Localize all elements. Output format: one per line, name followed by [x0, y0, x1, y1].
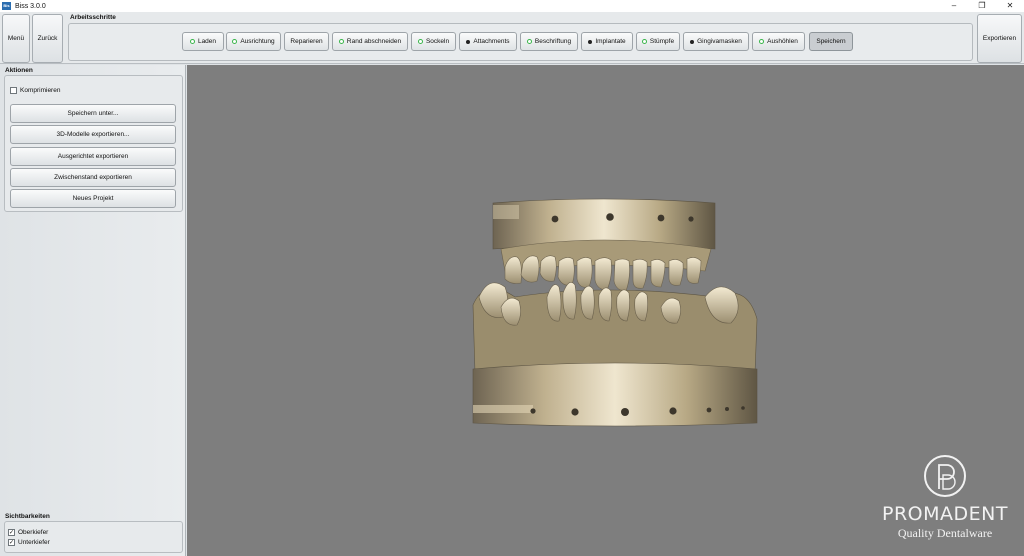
- step-button[interactable]: Beschriftung: [520, 32, 578, 51]
- step-optional-indicator-icon: [690, 39, 695, 44]
- dental-model-render: [472, 198, 758, 427]
- visibility-title: Sichtbarkeiten: [5, 513, 50, 520]
- step-done-indicator-icon: [417, 39, 423, 44]
- step-label: Reparieren: [290, 38, 323, 45]
- step-button[interactable]: Attachments: [459, 32, 517, 51]
- step-done-indicator-icon: [189, 39, 195, 44]
- window-controls: – ❐ ✕: [940, 0, 1024, 12]
- step-label: Ausrichtung: [240, 38, 275, 45]
- step-done-indicator-icon: [759, 39, 765, 44]
- step-done-indicator-icon: [338, 39, 344, 44]
- step-label: Gingivamasken: [697, 38, 742, 45]
- brand-tagline: Quality Dentalware: [897, 526, 993, 540]
- upper-jaw-checkbox[interactable]: ✓: [8, 529, 15, 536]
- minimize-icon[interactable]: –: [940, 0, 968, 12]
- lower-jaw-label: Unterkiefer: [18, 539, 50, 546]
- lower-jaw-checkbox[interactable]: ✓: [8, 539, 15, 546]
- restore-icon[interactable]: ❐: [968, 0, 996, 12]
- step-label: Implantate: [595, 38, 626, 45]
- upper-jaw-label: Oberkiefer: [18, 529, 49, 536]
- step-label: Laden: [197, 38, 217, 45]
- compress-checkbox[interactable]: [10, 87, 17, 94]
- new-project-button[interactable]: Neues Projekt: [10, 189, 176, 208]
- step-button[interactable]: Ausrichtung: [226, 32, 281, 51]
- step-done-indicator-icon: [526, 39, 532, 44]
- step-button[interactable]: Implantate: [581, 32, 633, 51]
- compress-checkbox-row[interactable]: Komprimieren: [10, 87, 60, 94]
- step-optional-indicator-icon: [466, 39, 471, 44]
- step-button[interactable]: Speichern: [809, 32, 853, 51]
- step-label: Aushöhlen: [767, 38, 798, 45]
- back-button[interactable]: Zurück: [32, 14, 63, 63]
- main-toolbar: Menü Zurück Arbeitsschritte Laden Ausrich…: [0, 12, 1024, 64]
- title-bar: Bis Biss 3.0.0 – ❐ ✕: [0, 0, 1024, 12]
- step-label: Beschriftung: [534, 38, 572, 45]
- step-button[interactable]: Reparieren: [284, 32, 329, 51]
- workflow-steps-group: Arbeitsschritte Laden Ausrichtung Reparier…: [66, 14, 974, 61]
- upper-jaw-checkbox-row[interactable]: ✓ Oberkiefer: [8, 529, 48, 536]
- save-as-button[interactable]: Speichern unter...: [10, 104, 176, 123]
- step-label: Speichern: [816, 38, 846, 45]
- step-button[interactable]: Gingivamasken: [683, 32, 749, 51]
- promadent-monogram-icon: [924, 455, 966, 497]
- step-label: Stümpfe: [649, 38, 675, 45]
- step-button[interactable]: Laden: [182, 32, 224, 51]
- lower-model-base: [472, 362, 758, 427]
- export-button[interactable]: Exportieren: [977, 14, 1022, 63]
- export-intermediate-button[interactable]: Zwischenstand exportieren: [10, 168, 176, 187]
- step-label: Attachments: [473, 38, 510, 45]
- step-button[interactable]: Aushöhlen: [752, 32, 805, 51]
- step-label: Sockeln: [425, 38, 450, 45]
- step-button[interactable]: Stümpfe: [636, 32, 680, 51]
- visibility-box: [4, 521, 183, 553]
- workflow-step-row: Laden Ausrichtung Reparieren Rand abschneid…: [66, 14, 971, 52]
- step-done-indicator-icon: [232, 39, 238, 44]
- promadent-logo: PROMADENT Quality Dentalware: [875, 453, 1015, 541]
- 3d-viewport[interactable]: PROMADENT Quality Dentalware: [187, 65, 1024, 556]
- upper-teeth: [504, 255, 702, 292]
- left-panel: Aktionen Komprimieren Speichern unter...…: [0, 65, 186, 556]
- close-icon[interactable]: ✕: [996, 0, 1024, 12]
- lower-jaw-checkbox-row[interactable]: ✓ Unterkiefer: [8, 539, 50, 546]
- actions-title: Aktionen: [5, 67, 33, 74]
- lower-engraving: [473, 405, 533, 413]
- export-aligned-button[interactable]: Ausgerichtet exportieren: [10, 147, 176, 166]
- compress-label: Komprimieren: [20, 87, 61, 94]
- step-optional-indicator-icon: [588, 39, 593, 44]
- window-title: Biss 3.0.0: [15, 2, 46, 10]
- step-button[interactable]: Rand abschneiden: [332, 32, 408, 51]
- app-icon: Bis: [2, 2, 11, 10]
- export-3d-models-button[interactable]: 3D-Modelle exportieren...: [10, 125, 176, 144]
- step-button[interactable]: Sockeln: [411, 32, 456, 51]
- step-done-indicator-icon: [641, 39, 647, 44]
- upper-engraving: [493, 205, 519, 219]
- menu-button[interactable]: Menü: [2, 14, 30, 63]
- step-label: Rand abschneiden: [346, 38, 402, 45]
- brand-name: PROMADENT: [882, 503, 1008, 525]
